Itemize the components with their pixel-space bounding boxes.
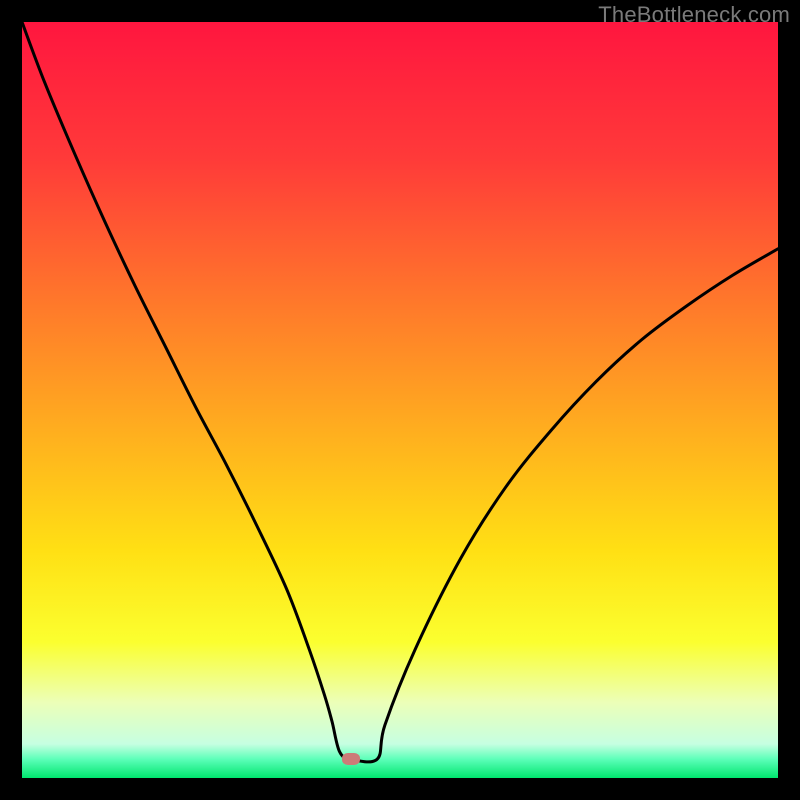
chart-svg bbox=[22, 22, 778, 778]
watermark-text: TheBottleneck.com bbox=[598, 2, 790, 28]
chart-frame: TheBottleneck.com bbox=[0, 0, 800, 800]
optimal-point-marker bbox=[342, 753, 360, 765]
plot-area bbox=[22, 22, 778, 778]
gradient-background bbox=[22, 22, 778, 778]
